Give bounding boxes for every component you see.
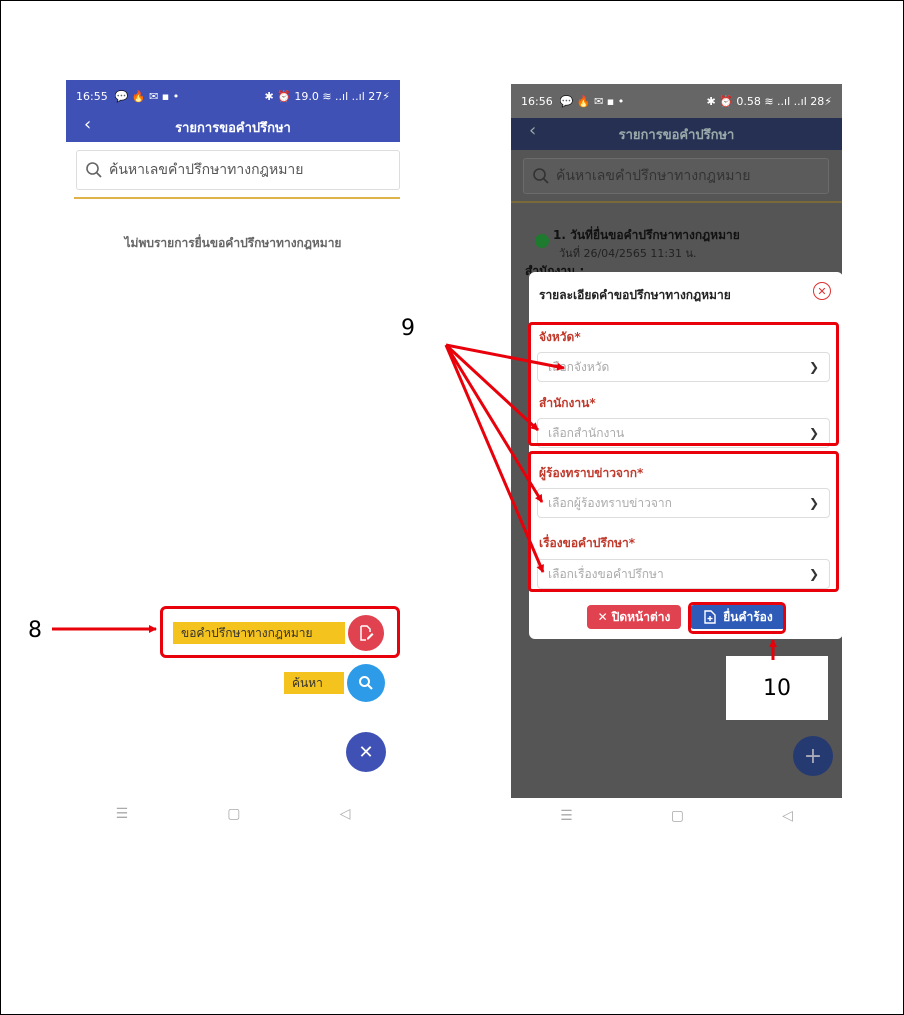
arrow-9-province	[445, 343, 565, 371]
annotation-arrows	[52, 343, 777, 660]
arrow-9-topic	[444, 344, 545, 573]
arrow-9-office	[444, 343, 540, 432]
arrow-9-source	[444, 344, 544, 503]
